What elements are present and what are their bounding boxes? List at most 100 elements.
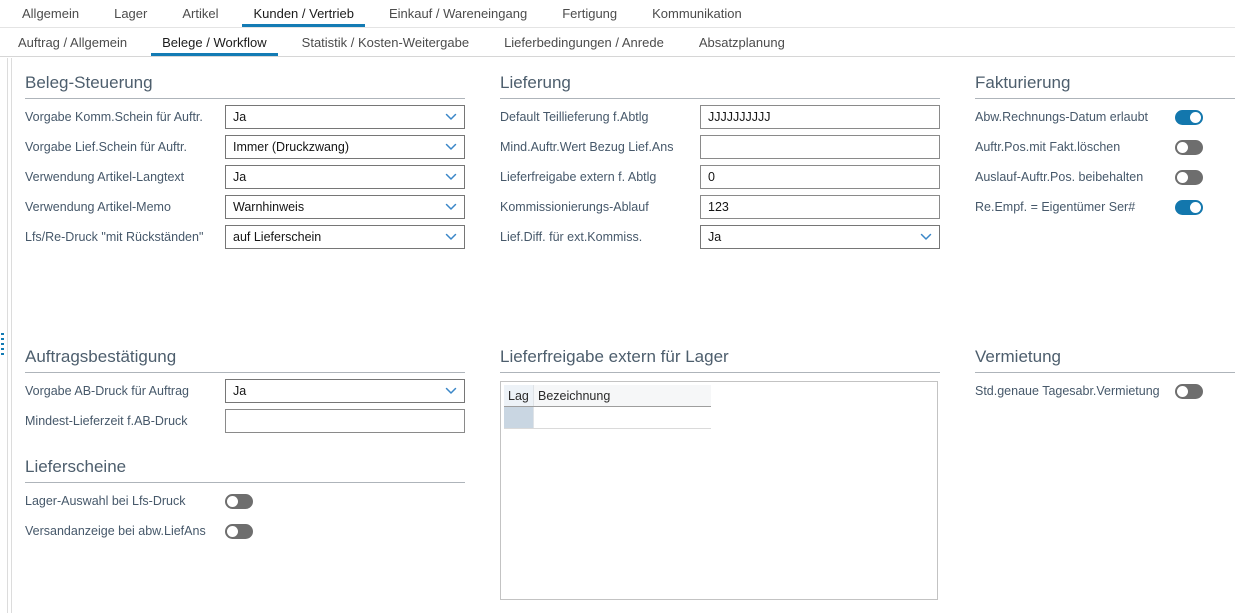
field-re-empf-eigentuemer: Re.Empf. = Eigentümer Ser# — [975, 195, 1235, 219]
field-std-tagesabr-vermietung: Std.genaue Tagesabr.Vermietung — [975, 379, 1235, 403]
section-title: Lieferung — [500, 72, 940, 99]
field-vorgabe-lief-schein: Vorgabe Lief.Schein für Auftr. Immer (Dr… — [25, 135, 465, 159]
field-artikel-memo: Verwendung Artikel-Memo Warnhinweis — [25, 195, 465, 219]
chevron-down-icon — [445, 113, 457, 121]
field-label: Vorgabe Lief.Schein für Auftr. — [25, 140, 225, 154]
chevron-down-icon — [445, 203, 457, 211]
section-beleg-steuerung: Beleg-Steuerung Vorgabe Komm.Schein für … — [25, 72, 465, 249]
section-lieferfreigabe-lager: Lieferfreigabe extern für Lager Lag Beze… — [500, 346, 940, 600]
field-lfs-re-druck: Lfs/Re-Druck "mit Rückständen" auf Liefe… — [25, 225, 465, 249]
abw-rechnungs-datum-toggle[interactable] — [1175, 110, 1203, 125]
field-lief-diff-ext-kommiss: Lief.Diff. für ext.Kommiss. Ja — [500, 225, 940, 249]
grid-row[interactable] — [504, 407, 711, 429]
field-label: Vorgabe Komm.Schein für Auftr. — [25, 110, 225, 124]
vorgabe-komm-schein-select[interactable]: Ja — [225, 105, 465, 129]
field-label: Versandanzeige bei abw.LiefAns — [25, 524, 225, 538]
chevron-down-icon — [445, 233, 457, 241]
field-label: Lieferfreigabe extern f. Abtlg — [500, 170, 700, 184]
select-value: Ja — [708, 230, 920, 244]
artikel-langtext-select[interactable]: Ja — [225, 165, 465, 189]
tab-statistik-kosten-weitergabe[interactable]: Statistik / Kosten-Weitergabe — [291, 28, 480, 56]
field-mindest-lieferzeit: Mindest-Lieferzeit f.AB-Druck — [25, 409, 465, 433]
tab-absatzplanung[interactable]: Absatzplanung — [688, 28, 796, 56]
section-auftragsbestaetigung: Auftragsbestätigung Vorgabe AB-Druck für… — [25, 346, 465, 433]
field-label: Mind.Auftr.Wert Bezug Lief.Ans — [500, 140, 700, 154]
default-teillieferung-input[interactable] — [700, 105, 940, 129]
chevron-down-icon — [445, 173, 457, 181]
select-value: Ja — [233, 110, 445, 124]
section-title: Lieferscheine — [25, 456, 465, 483]
field-label: Verwendung Artikel-Langtext — [25, 170, 225, 184]
tab-allgemein[interactable]: Allgemein — [11, 0, 90, 27]
field-label: Lager-Auswahl bei Lfs-Druck — [25, 494, 225, 508]
chevron-down-icon — [920, 233, 932, 241]
tab-lager[interactable]: Lager — [103, 0, 158, 27]
tab-auftrag-allgemein[interactable]: Auftrag / Allgemein — [7, 28, 138, 56]
field-mind-auftr-wert: Mind.Auftr.Wert Bezug Lief.Ans — [500, 135, 940, 159]
field-label: Std.genaue Tagesabr.Vermietung — [975, 384, 1175, 398]
auftr-pos-fakt-loeschen-toggle[interactable] — [1175, 140, 1203, 155]
artikel-memo-select[interactable]: Warnhinweis — [225, 195, 465, 219]
select-value: auf Lieferschein — [233, 230, 445, 244]
tab-lieferbedingungen-anrede[interactable]: Lieferbedingungen / Anrede — [493, 28, 675, 56]
lfs-re-druck-select[interactable]: auf Lieferschein — [225, 225, 465, 249]
section-title: Lieferfreigabe extern für Lager — [500, 346, 940, 373]
lieferfreigabe-extern-input[interactable] — [700, 165, 940, 189]
field-label: Lief.Diff. für ext.Kommiss. — [500, 230, 700, 244]
chevron-down-icon — [445, 387, 457, 395]
auslauf-auftr-pos-toggle[interactable] — [1175, 170, 1203, 185]
field-versandanzeige-liefans: Versandanzeige bei abw.LiefAns — [25, 519, 465, 543]
grid-header-bezeichnung[interactable]: Bezeichnung — [534, 385, 711, 406]
tab-belege-workflow[interactable]: Belege / Workflow — [151, 28, 278, 56]
tab-einkauf-wareneingang[interactable]: Einkauf / Wareneingang — [378, 0, 538, 27]
field-auftr-pos-fakt-loeschen: Auftr.Pos.mit Fakt.löschen — [975, 135, 1235, 159]
grid-cell-bezeichnung[interactable] — [534, 407, 711, 428]
field-label: Auftr.Pos.mit Fakt.löschen — [975, 140, 1175, 154]
versandanzeige-liefans-toggle[interactable] — [225, 524, 253, 539]
select-value: Ja — [233, 170, 445, 184]
tab-fertigung[interactable]: Fertigung — [551, 0, 628, 27]
field-label: Auslauf-Auftr.Pos. beibehalten — [975, 170, 1175, 184]
field-label: Vorgabe AB-Druck für Auftrag — [25, 384, 225, 398]
std-tagesabr-vermietung-toggle[interactable] — [1175, 384, 1203, 399]
field-label: Abw.Rechnungs-Datum erlaubt — [975, 110, 1175, 124]
field-lager-auswahl-lfs: Lager-Auswahl bei Lfs-Druck — [25, 489, 465, 513]
lief-diff-ext-kommiss-select[interactable]: Ja — [700, 225, 940, 249]
section-lieferscheine: Lieferscheine Lager-Auswahl bei Lfs-Druc… — [25, 456, 465, 543]
tab-kunden-vertrieb[interactable]: Kunden / Vertrieb — [242, 0, 364, 27]
field-auslauf-auftr-pos: Auslauf-Auftr.Pos. beibehalten — [975, 165, 1235, 189]
field-vorgabe-ab-druck: Vorgabe AB-Druck für Auftrag Ja — [25, 379, 465, 403]
field-kommissionierungs-ablauf: Kommissionierungs-Ablauf — [500, 195, 940, 219]
mind-auftr-wert-input[interactable] — [700, 135, 940, 159]
field-label: Mindest-Lieferzeit f.AB-Druck — [25, 414, 225, 428]
secondary-tabbar: Auftrag / Allgemein Belege / Workflow St… — [0, 28, 1235, 57]
field-label: Re.Empf. = Eigentümer Ser# — [975, 200, 1175, 214]
panel-divider — [11, 58, 12, 613]
re-empf-eigentuemer-toggle[interactable] — [1175, 200, 1203, 215]
section-title: Beleg-Steuerung — [25, 72, 465, 99]
settings-page: Allgemein Lager Artikel Kunden / Vertrie… — [0, 0, 1235, 613]
section-title: Auftragsbestätigung — [25, 346, 465, 373]
field-label: Kommissionierungs-Ablauf — [500, 200, 700, 214]
vorgabe-ab-druck-select[interactable]: Ja — [225, 379, 465, 403]
grid-header-lag[interactable]: Lag — [504, 385, 534, 406]
kommissionierungs-ablauf-input[interactable] — [700, 195, 940, 219]
field-label: Lfs/Re-Druck "mit Rückständen" — [25, 230, 225, 244]
panel-divider — [7, 58, 8, 613]
grid-cell-lag[interactable] — [504, 407, 534, 428]
field-abw-rechnungs-datum: Abw.Rechnungs-Datum erlaubt — [975, 105, 1235, 129]
select-value: Ja — [233, 384, 445, 398]
mindest-lieferzeit-input[interactable] — [225, 409, 465, 433]
vorgabe-lief-schein-select[interactable]: Immer (Druckzwang) — [225, 135, 465, 159]
section-title: Vermietung — [975, 346, 1235, 373]
select-value: Immer (Druckzwang) — [233, 140, 445, 154]
tab-kommunikation[interactable]: Kommunikation — [641, 0, 753, 27]
field-artikel-langtext: Verwendung Artikel-Langtext Ja — [25, 165, 465, 189]
lager-auswahl-lfs-toggle[interactable] — [225, 494, 253, 509]
lager-grid: Lag Bezeichnung — [500, 381, 938, 600]
section-vermietung: Vermietung Std.genaue Tagesabr.Vermietun… — [975, 346, 1235, 403]
field-label: Default Teillieferung f.Abtlg — [500, 110, 700, 124]
tab-artikel[interactable]: Artikel — [171, 0, 229, 27]
splitter-grip-icon[interactable] — [1, 333, 4, 355]
field-default-teillieferung: Default Teillieferung f.Abtlg — [500, 105, 940, 129]
